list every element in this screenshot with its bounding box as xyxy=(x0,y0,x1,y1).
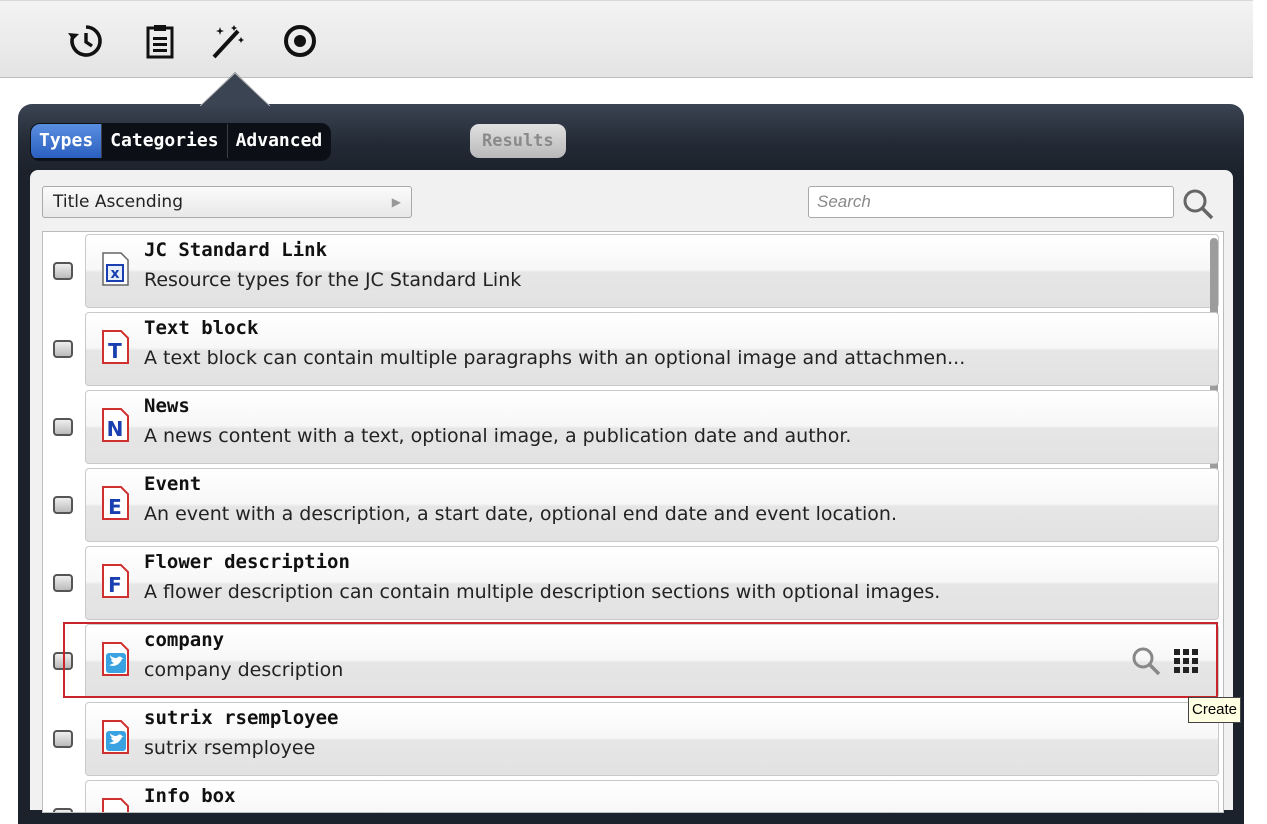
list-item-card[interactable]: N News A news content with a text, optio… xyxy=(85,390,1219,464)
item-checkbox[interactable] xyxy=(53,574,73,592)
type-list: x JC Standard Link Resource types for th… xyxy=(42,231,1224,813)
item-title: News xyxy=(144,395,190,417)
item-title: Text block xyxy=(144,317,259,339)
highlight-frame xyxy=(63,622,1218,698)
magic-wand-icon[interactable] xyxy=(208,21,248,61)
list-item-card[interactable]: E Event An event with a description, a s… xyxy=(85,468,1219,542)
item-description: A text block can contain multiple paragr… xyxy=(144,347,966,369)
bird-doc-icon xyxy=(102,720,129,754)
item-title: Flower description xyxy=(144,551,350,573)
item-description: A news content with a text, optional ima… xyxy=(144,425,852,447)
sort-dropdown[interactable]: Title Ascending ▶ xyxy=(42,186,412,218)
t-doc-icon: T xyxy=(102,330,129,364)
list-item-card[interactable]: x JC Standard Link Resource types for th… xyxy=(85,234,1219,308)
item-checkbox[interactable] xyxy=(53,808,73,812)
sort-value: Title Ascending xyxy=(53,192,183,212)
list-item: x JC Standard Link Resource types for th… xyxy=(43,234,1223,496)
list-item: E Event An event with a description, a s… xyxy=(43,468,1223,542)
item-description: A flower description can contain multipl… xyxy=(144,581,941,603)
doc-icon xyxy=(102,798,129,812)
item-checkbox[interactable] xyxy=(53,418,73,436)
item-title: Event xyxy=(144,473,202,495)
list-item: Info box xyxy=(43,780,1223,812)
item-description: Resource types for the JC Standard Link xyxy=(144,269,522,291)
results-button[interactable]: Results xyxy=(470,124,566,158)
list-item-card[interactable]: F Flower description A flower descriptio… xyxy=(85,546,1219,620)
list-item-card[interactable]: Info box xyxy=(85,780,1219,812)
list-item: N News A news content with a text, optio… xyxy=(43,390,1223,464)
item-checkbox[interactable] xyxy=(53,730,73,748)
item-description: sutrix rsemployee xyxy=(144,737,316,759)
list-item: F Flower description A flower descriptio… xyxy=(43,546,1223,620)
item-title: sutrix rsemployee xyxy=(144,707,339,729)
history-icon[interactable] xyxy=(66,21,106,61)
item-title: JC Standard Link xyxy=(144,239,328,261)
tab-categories[interactable]: Categories xyxy=(102,124,228,158)
f-doc-icon: F xyxy=(102,564,129,598)
x-doc-icon: x xyxy=(102,252,129,286)
tab-types[interactable]: Types xyxy=(31,124,103,158)
item-checkbox[interactable] xyxy=(53,496,73,514)
list-item-card[interactable]: T Text block A text block can contain mu… xyxy=(85,312,1219,386)
top-toolbar xyxy=(0,0,1253,78)
tooltip: Create xyxy=(1188,697,1242,723)
n-doc-icon-letter: N xyxy=(107,417,124,441)
item-checkbox[interactable] xyxy=(53,262,73,280)
list-item: T Text block A text block can contain mu… xyxy=(43,312,1223,386)
search-icon[interactable] xyxy=(1180,186,1216,222)
f-doc-icon-letter: F xyxy=(108,573,122,597)
item-description: An event with a description, a start dat… xyxy=(144,503,898,525)
t-doc-icon-letter: T xyxy=(108,339,122,363)
target-icon[interactable] xyxy=(280,21,320,61)
item-title: Info box xyxy=(144,785,236,807)
item-checkbox[interactable] xyxy=(53,340,73,358)
list-item: sutrix rsemployee sutrix rsemployee xyxy=(43,702,1223,776)
view-tabs: Types Categories Advanced xyxy=(30,123,332,161)
x-doc-icon-letter: x xyxy=(110,266,119,282)
search-input[interactable] xyxy=(808,186,1174,218)
tab-advanced[interactable]: Advanced xyxy=(228,124,331,158)
e-doc-icon: E xyxy=(102,486,129,520)
dropdown-arrow-icon: ▶ xyxy=(391,195,401,209)
panel-pointer xyxy=(200,72,270,106)
n-doc-icon: N xyxy=(102,408,129,442)
list-item-card[interactable]: sutrix rsemployee sutrix rsemployee xyxy=(85,702,1219,776)
clipboard-icon[interactable] xyxy=(140,21,180,61)
e-doc-icon-letter: E xyxy=(108,495,122,519)
